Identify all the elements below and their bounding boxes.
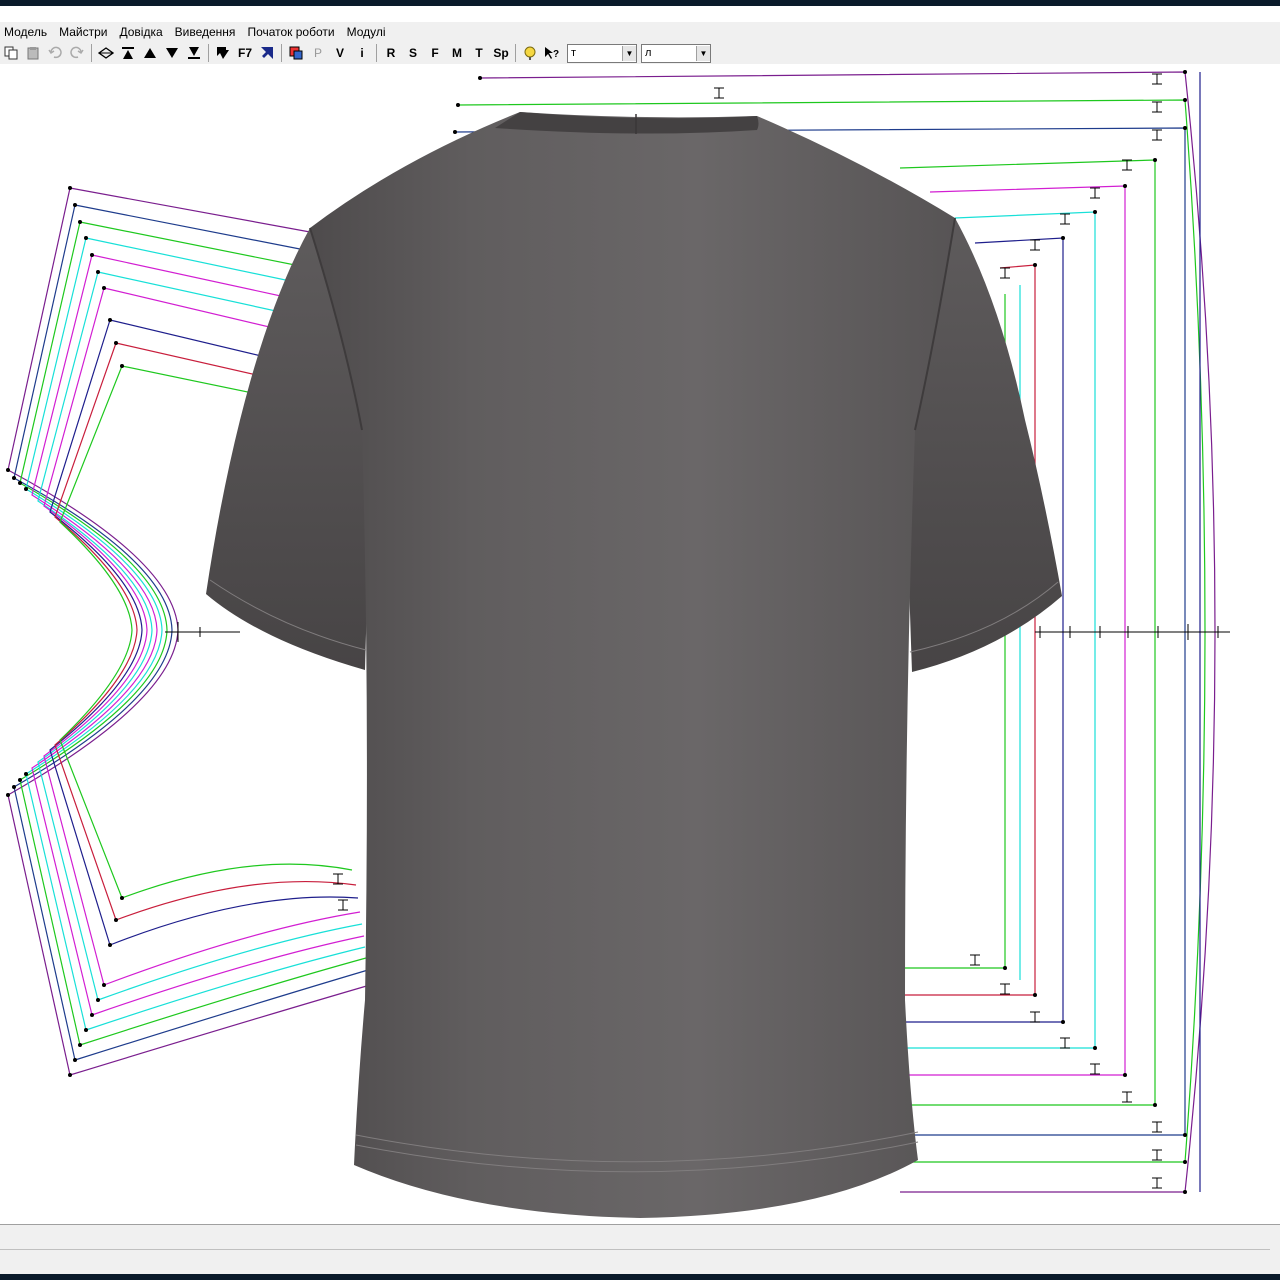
- app-window: Модель Майстри Довідка Виведення Початок…: [0, 0, 1280, 1280]
- m-button[interactable]: M: [446, 43, 468, 63]
- move-down-icon[interactable]: [161, 43, 183, 63]
- undo-icon[interactable]: [44, 43, 66, 63]
- menu-bar: Модель Майстри Довідка Виведення Початок…: [0, 22, 1280, 42]
- toolbar-separator: [91, 44, 92, 62]
- help-icon[interactable]: [519, 43, 541, 63]
- chevron-down-icon[interactable]: ▼: [622, 45, 636, 61]
- p-button[interactable]: P: [307, 43, 329, 63]
- combo-1[interactable]: т ▼: [567, 43, 637, 63]
- toolbar-separator: [376, 44, 377, 62]
- palette-icon[interactable]: [285, 43, 307, 63]
- combo-1-value: т: [571, 47, 577, 59]
- menu-model[interactable]: Модель: [0, 25, 53, 39]
- v-button[interactable]: V: [329, 43, 351, 63]
- paste-icon[interactable]: [22, 43, 44, 63]
- mirror-icon[interactable]: [95, 43, 117, 63]
- tshirt: [206, 112, 1062, 1218]
- arrow-blue-icon[interactable]: [256, 43, 278, 63]
- copy-icon[interactable]: [0, 43, 22, 63]
- status-panel: [0, 1229, 1270, 1250]
- combo-2[interactable]: л ▼: [641, 43, 711, 63]
- toolbar: F7 P V i R S F M T Sp ? т ▼ л ▼: [0, 42, 1280, 65]
- move-top-icon[interactable]: [117, 43, 139, 63]
- drawing-canvas[interactable]: [0, 64, 1280, 1224]
- chevron-down-icon[interactable]: ▼: [696, 45, 710, 61]
- toolbar-separator: [208, 44, 209, 62]
- combo-2-value: л: [645, 47, 652, 59]
- f-button[interactable]: F: [424, 43, 446, 63]
- window-top-edge: [0, 0, 1280, 6]
- toolbar-separator: [515, 44, 516, 62]
- s-button[interactable]: S: [402, 43, 424, 63]
- menu-help[interactable]: Довідка: [113, 25, 168, 39]
- menu-output[interactable]: Виведення: [169, 25, 242, 39]
- move-bottom-icon[interactable]: [183, 43, 205, 63]
- menu-getting-started[interactable]: Початок роботи: [241, 25, 340, 39]
- t-button[interactable]: T: [468, 43, 490, 63]
- context-help-icon[interactable]: ?: [541, 43, 563, 63]
- f7-button[interactable]: F7: [234, 43, 256, 63]
- pattern-drawing: [6, 70, 1230, 1218]
- window-bottom-edge: [0, 1274, 1280, 1280]
- redo-icon[interactable]: [66, 43, 88, 63]
- menu-modules[interactable]: Модулі: [341, 25, 392, 39]
- toolbar-separator: [281, 44, 282, 62]
- sp-button[interactable]: Sp: [490, 43, 512, 63]
- sleeve-points: [6, 186, 124, 1077]
- status-bar: [0, 1224, 1280, 1275]
- r-button[interactable]: R: [380, 43, 402, 63]
- move-up-icon[interactable]: [139, 43, 161, 63]
- svg-text:?: ?: [553, 49, 559, 60]
- menu-wizards[interactable]: Майстри: [53, 25, 113, 39]
- i-button[interactable]: i: [351, 43, 373, 63]
- arrow-corner-icon[interactable]: [212, 43, 234, 63]
